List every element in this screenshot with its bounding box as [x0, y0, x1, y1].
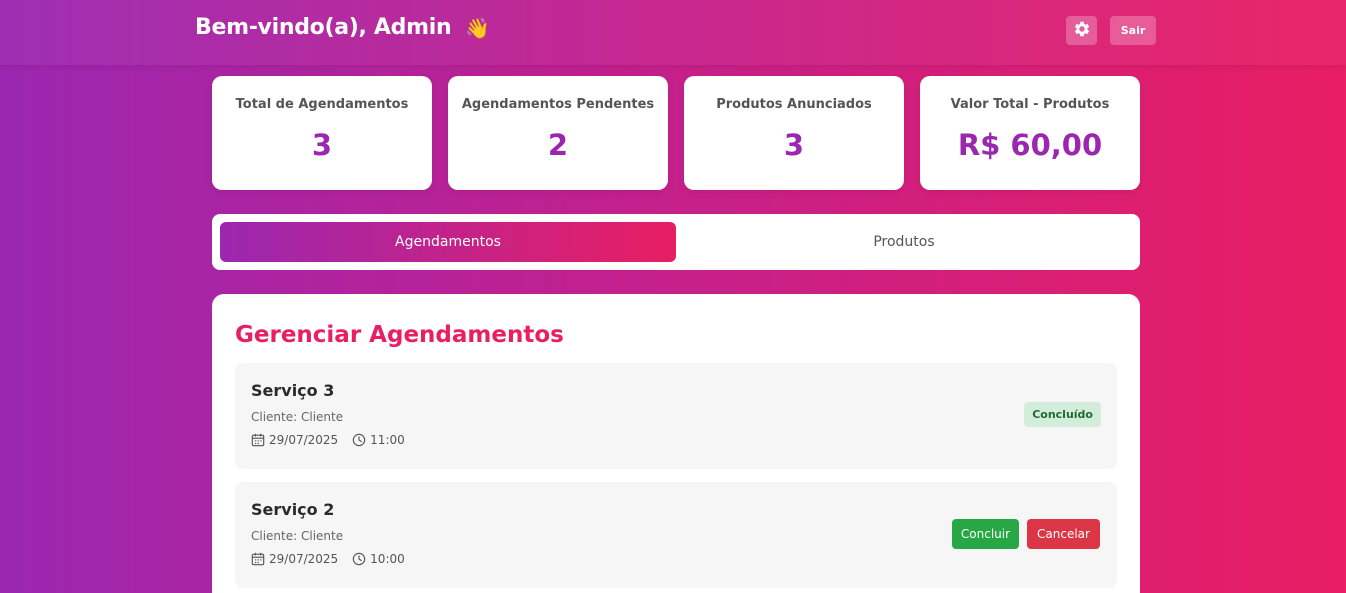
stat-value: 3	[311, 128, 333, 162]
stat-value: R$ 60,00	[957, 128, 1103, 162]
stat-label: Agendamentos Pendentes	[461, 97, 655, 112]
stat-card-total-appointments: Total de Agendamentos 3	[212, 76, 432, 190]
status-badge: Concluído	[1024, 402, 1101, 427]
waving-hand-icon: 👋	[465, 15, 490, 40]
calendar-icon	[251, 552, 265, 566]
appointment-time: 11:00	[352, 433, 405, 447]
stat-card-pending-appointments: Agendamentos Pendentes 2	[448, 76, 668, 190]
stat-value: 2	[547, 128, 569, 162]
welcome-text: Bem-vindo(a), Admin	[195, 15, 452, 40]
cancel-button[interactable]: Cancelar	[1027, 519, 1100, 549]
stat-card-products-total-value: Valor Total - Produtos R$ 60,00	[920, 76, 1140, 190]
settings-button[interactable]	[1066, 16, 1097, 45]
appointment-card: Serviço 3 Cliente: Cliente 29/07/2025 11…	[235, 363, 1117, 469]
stat-label: Total de Agendamentos	[235, 97, 409, 112]
tab-appointments[interactable]: Agendamentos	[220, 222, 676, 262]
top-bar: Bem-vindo(a), Admin 👋 Sair	[0, 0, 1346, 65]
service-name: Serviço 3	[251, 381, 335, 400]
appointment-date: 29/07/2025	[251, 433, 338, 447]
appointment-date: 29/07/2025	[251, 552, 338, 566]
clock-icon	[352, 433, 366, 447]
conclude-button[interactable]: Concluir	[952, 519, 1019, 549]
time-text: 11:00	[370, 433, 405, 447]
stat-label: Valor Total - Produtos	[950, 97, 1110, 112]
stat-value: 3	[783, 128, 805, 162]
appointment-time: 10:00	[352, 552, 405, 566]
appointment-meta: 29/07/2025 11:00	[251, 433, 419, 447]
date-text: 29/07/2025	[269, 552, 339, 566]
client-name: Cliente: Cliente	[251, 529, 344, 543]
date-text: 29/07/2025	[269, 433, 339, 447]
stat-card-listed-products: Produtos Anunciados 3	[684, 76, 904, 190]
calendar-icon	[251, 433, 265, 447]
client-name: Cliente: Cliente	[251, 410, 344, 424]
appointment-card: Serviço 2 Cliente: Cliente 29/07/2025 10…	[235, 482, 1117, 588]
appointment-meta: 29/07/2025 10:00	[251, 552, 419, 566]
service-name: Serviço 2	[251, 500, 335, 519]
logout-button[interactable]: Sair	[1110, 16, 1156, 45]
welcome-heading: Bem-vindo(a), Admin 👋	[195, 15, 490, 40]
tab-bar: Agendamentos Produtos	[212, 214, 1140, 270]
panel-title: Gerenciar Agendamentos	[235, 322, 564, 348]
gear-icon	[1073, 20, 1091, 42]
tab-products[interactable]: Produtos	[676, 222, 1132, 262]
appointments-panel: Gerenciar Agendamentos Serviço 3 Cliente…	[212, 294, 1140, 593]
clock-icon	[352, 552, 366, 566]
stat-label: Produtos Anunciados	[716, 97, 872, 112]
time-text: 10:00	[370, 552, 405, 566]
